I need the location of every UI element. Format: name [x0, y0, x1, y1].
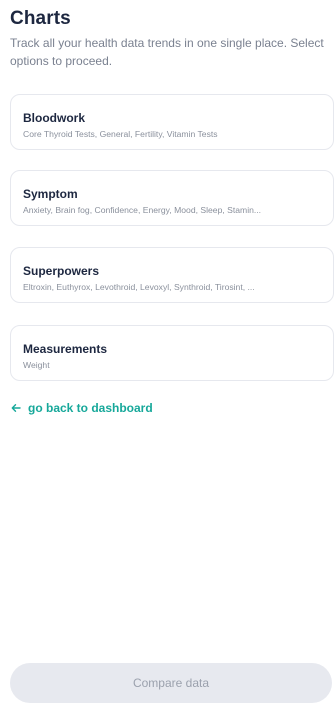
page-subtitle: Track all your health data trends in one…	[10, 36, 324, 68]
card-title: Measurements	[23, 342, 108, 356]
page-title: Charts	[10, 8, 71, 29]
card-title: Superpowers	[23, 264, 100, 278]
arrow-left-icon	[10, 402, 22, 414]
card-description: Weight	[23, 360, 50, 370]
card-bloodwork[interactable]: Bloodwork Core Thyroid Tests, General, F…	[10, 94, 334, 150]
card-title: Symptom	[23, 187, 78, 201]
card-description: Core Thyroid Tests, General, Fertility, …	[23, 129, 218, 139]
compare-data-button[interactable]: Compare data	[10, 663, 332, 703]
card-description: Eltroxin, Euthyrox, Levothroid, Levoxyl,…	[23, 282, 255, 292]
back-link-label: go back to dashboard	[28, 401, 153, 415]
card-title: Bloodwork	[23, 111, 85, 125]
card-symptom[interactable]: Symptom Anxiety, Brain fog, Confidence, …	[10, 170, 334, 226]
back-to-dashboard-link[interactable]: go back to dashboard	[10, 401, 153, 415]
card-description: Anxiety, Brain fog, Confidence, Energy, …	[23, 205, 262, 215]
card-measurements[interactable]: Measurements Weight	[10, 325, 334, 381]
card-superpowers[interactable]: Superpowers Eltroxin, Euthyrox, Levothro…	[10, 247, 334, 303]
